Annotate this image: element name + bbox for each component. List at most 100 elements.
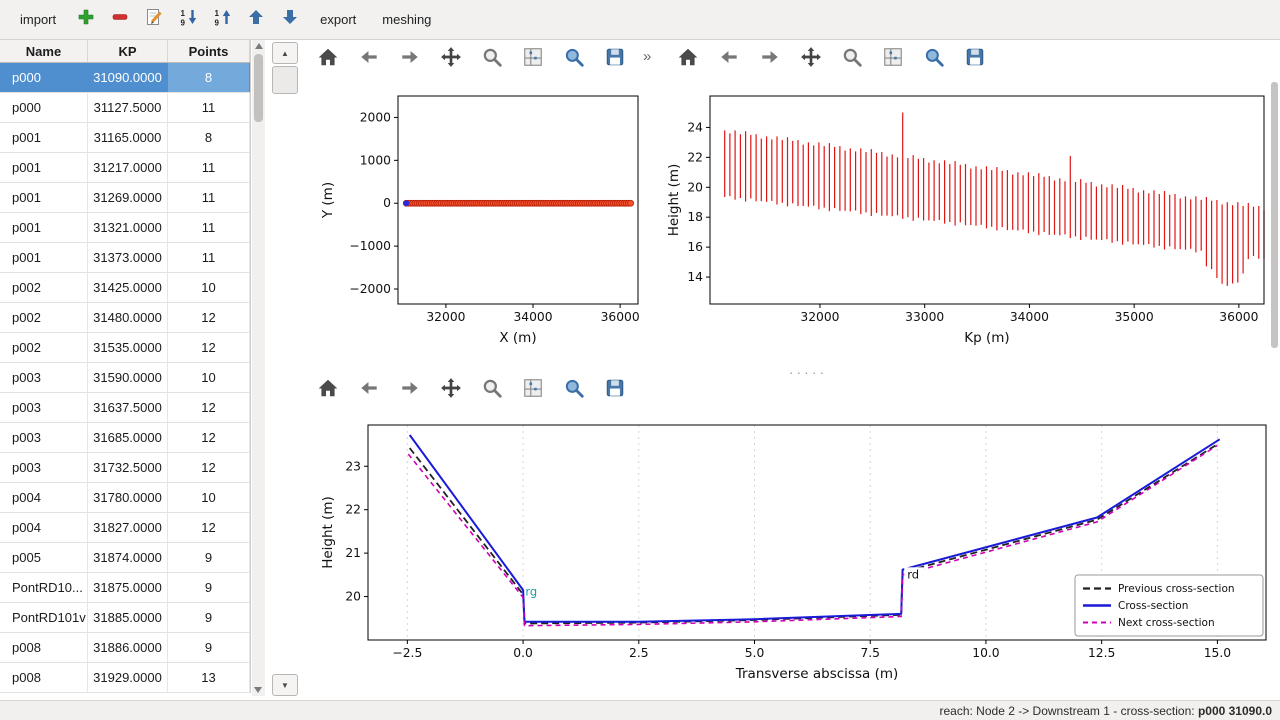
- pan-button[interactable]: [795, 43, 827, 75]
- pan-button[interactable]: [435, 374, 467, 406]
- table-row[interactable]: p00031127.500011: [0, 93, 250, 123]
- table-row[interactable]: p00431827.000012: [0, 513, 250, 543]
- table-row[interactable]: p00231480.000012: [0, 303, 250, 333]
- table-row[interactable]: p00031090.00008: [0, 63, 250, 93]
- zoom-rect-button[interactable]: [558, 374, 590, 406]
- table-row[interactable]: p00531874.00009: [0, 543, 250, 573]
- table-cell: PontRD101v: [0, 603, 88, 632]
- longitudinal-profile-chart[interactable]: 3200033000340003500036000141618202224Kp …: [662, 78, 1280, 370]
- zoom-rect-button[interactable]: [558, 43, 590, 75]
- table-cell: 10: [168, 273, 250, 302]
- column-header-kp[interactable]: KP: [88, 40, 168, 62]
- table-cell: 9: [168, 603, 250, 632]
- svg-text:X (m): X (m): [499, 330, 536, 346]
- zoom-rect-button[interactable]: [918, 43, 950, 75]
- table-row[interactable]: p00131217.000011: [0, 153, 250, 183]
- svg-text:20: 20: [687, 180, 703, 194]
- table-cell: 8: [168, 123, 250, 152]
- sort-descending-button[interactable]: 1 9: [172, 6, 204, 34]
- back-button[interactable]: [353, 374, 385, 406]
- add-cross-section-button[interactable]: [70, 6, 102, 34]
- table-row[interactable]: p00331590.000010: [0, 363, 250, 393]
- save-button[interactable]: [959, 43, 991, 75]
- zoom-icon: [841, 46, 863, 73]
- table-row[interactable]: PontRD101v31885.00009: [0, 603, 250, 633]
- svg-text:22: 22: [687, 150, 703, 164]
- table-cell: 12: [168, 333, 250, 362]
- subplots-button[interactable]: [517, 374, 549, 406]
- home-button[interactable]: [312, 43, 344, 75]
- scrollbar-thumb[interactable]: [254, 54, 263, 122]
- profile-plot-toolbar: [672, 43, 991, 75]
- svg-text:1: 1: [181, 9, 186, 18]
- home-button[interactable]: [672, 43, 704, 75]
- zoom-button[interactable]: [836, 43, 868, 75]
- right-edge-scrollbar[interactable]: [1271, 82, 1278, 348]
- export-button[interactable]: export: [308, 7, 368, 32]
- plan-view-chart[interactable]: 320003400036000−2000−1000010002000X (m)Y…: [300, 78, 660, 370]
- zoom-button[interactable]: [476, 43, 508, 75]
- move-up-button[interactable]: [240, 6, 272, 34]
- sort-ascending-button[interactable]: 1 9: [206, 6, 238, 34]
- table-cell: p004: [0, 483, 88, 512]
- scroll-up-arrow[interactable]: [255, 43, 263, 49]
- svg-text:22: 22: [345, 503, 361, 517]
- table-row[interactable]: p00831886.00009: [0, 633, 250, 663]
- table-scrollbar[interactable]: [252, 40, 265, 696]
- table-cell: 31425.0000: [88, 273, 168, 302]
- table-cell: 11: [168, 153, 250, 182]
- meshing-button[interactable]: meshing: [370, 7, 443, 32]
- table-cell: 31535.0000: [88, 333, 168, 362]
- table-row[interactable]: p00131165.00008: [0, 123, 250, 153]
- table-row[interactable]: p00131269.000011: [0, 183, 250, 213]
- table-row[interactable]: p00331732.500012: [0, 453, 250, 483]
- svg-text:Kp (m): Kp (m): [964, 330, 1009, 346]
- table-row[interactable]: PontRD10...31875.00009: [0, 573, 250, 603]
- import-button[interactable]: import: [8, 7, 68, 32]
- table-row[interactable]: p00231535.000012: [0, 333, 250, 363]
- arrow-down-icon: [280, 7, 300, 32]
- panel-scrollbar-thumb[interactable]: [272, 66, 298, 94]
- edit-cross-section-button[interactable]: [138, 6, 170, 34]
- panel-scrollbar[interactable]: ▲ ▼: [272, 42, 298, 696]
- cross-section-chart[interactable]: rgrdPrevious cross-sectionCross-sectionN…: [300, 405, 1280, 700]
- column-header-points[interactable]: Points: [168, 40, 250, 62]
- remove-cross-section-button[interactable]: [104, 6, 136, 34]
- pan-button[interactable]: [435, 43, 467, 75]
- scroll-down-arrow[interactable]: [254, 687, 262, 693]
- forward-button[interactable]: [394, 43, 426, 75]
- pan-icon: [440, 377, 462, 404]
- plus-icon: [76, 7, 96, 32]
- table-cell: p008: [0, 663, 88, 692]
- table-cell: 31590.0000: [88, 363, 168, 392]
- forward-button[interactable]: [754, 43, 786, 75]
- back-button[interactable]: [353, 43, 385, 75]
- back-button[interactable]: [713, 43, 745, 75]
- table-cell: p003: [0, 453, 88, 482]
- svg-text:2000: 2000: [360, 110, 391, 124]
- home-button[interactable]: [312, 374, 344, 406]
- table-row[interactable]: p00331685.000012: [0, 423, 250, 453]
- home-icon: [317, 46, 339, 73]
- subplots-button[interactable]: [877, 43, 909, 75]
- table-cell: 10: [168, 363, 250, 392]
- column-header-name[interactable]: Name: [0, 40, 88, 62]
- table-cell: 31875.0000: [88, 573, 168, 602]
- table-row[interactable]: p00131373.000011: [0, 243, 250, 273]
- table-row[interactable]: p00831929.000013: [0, 663, 250, 693]
- splitter-handle[interactable]: ·····: [778, 364, 838, 380]
- move-down-button[interactable]: [274, 6, 306, 34]
- table-row[interactable]: p00231425.000010: [0, 273, 250, 303]
- table-row[interactable]: p00331637.500012: [0, 393, 250, 423]
- subplots-button[interactable]: [517, 43, 549, 75]
- table-row[interactable]: p00431780.000010: [0, 483, 250, 513]
- scroll-down-button[interactable]: ▼: [272, 674, 298, 696]
- table-row[interactable]: p00131321.000011: [0, 213, 250, 243]
- sort-desc-icon: 1 9: [178, 7, 198, 32]
- save-button[interactable]: [599, 43, 631, 75]
- scroll-up-button[interactable]: ▲: [272, 42, 298, 64]
- save-button[interactable]: [599, 374, 631, 406]
- toolbar-overflow-chevron[interactable]: »: [643, 48, 651, 65]
- zoom-button[interactable]: [476, 374, 508, 406]
- forward-button[interactable]: [394, 374, 426, 406]
